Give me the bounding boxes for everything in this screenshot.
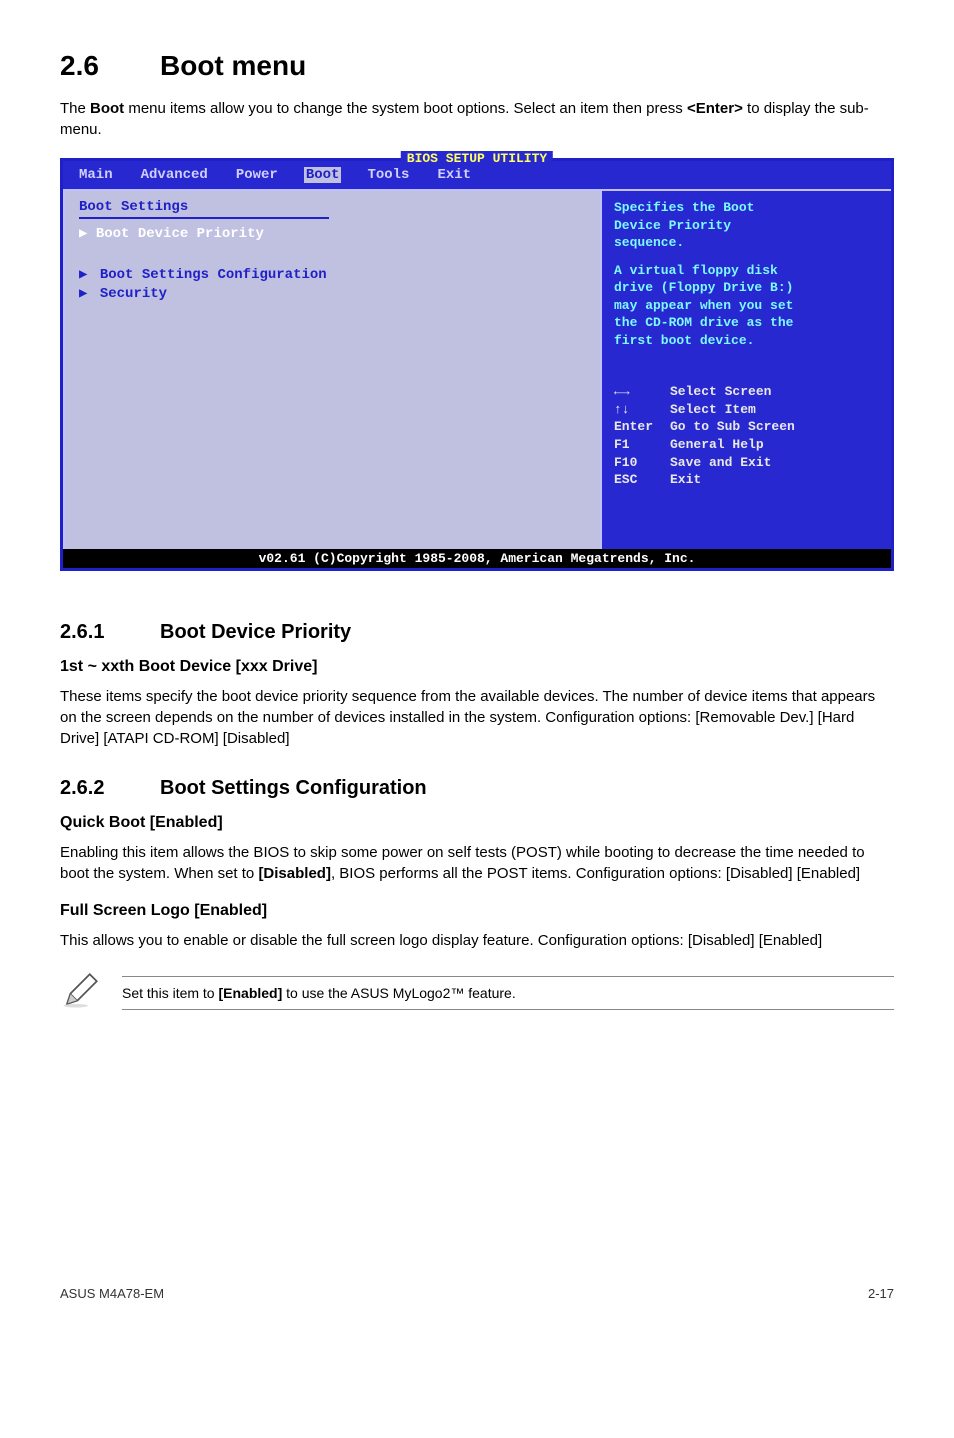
tab-tools: Tools [365, 167, 411, 183]
triangle-right-icon: ▶ [79, 226, 96, 242]
bios-left-pane: Boot Settings ▶ Boot Device Priority ▶ B… [63, 191, 602, 549]
bios-right-pane: Specifies the Boot Device Priority seque… [602, 191, 891, 549]
arrows-lr-icon: ←→ [614, 383, 670, 401]
tab-exit: Exit [435, 167, 473, 183]
intro-paragraph: The Boot menu items allow you to change … [60, 98, 894, 140]
bios-screenshot: BIOS SETUP UTILITY Main Advanced Power B… [60, 158, 894, 571]
param-heading: Full Screen Logo [Enabled] [60, 902, 894, 920]
bios-footer: v02.61 (C)Copyright 1985-2008, American … [63, 549, 891, 568]
tab-main: Main [77, 167, 115, 183]
triangle-right-icon: ▶ [79, 286, 96, 302]
bios-item-boot-device-priority: ▶ Boot Device Priority [79, 225, 586, 242]
subsection-title: Boot Device Priority [160, 621, 351, 643]
subsection-heading: 2.6.2Boot Settings Configuration [60, 777, 894, 800]
bios-item-boot-settings-config: ▶ Boot Settings Configuration [79, 266, 586, 283]
footer-left: ASUS M4A78-EM [60, 1286, 164, 1301]
note-callout: Set this item to [Enabled] to use the AS… [60, 969, 894, 1016]
section-number: 2.6 [60, 50, 160, 82]
param-description: These items specify the boot device prio… [60, 686, 894, 749]
page-footer: ASUS M4A78-EM 2-17 [60, 1276, 894, 1301]
pencil-note-icon [60, 969, 102, 1016]
arrows-ud-icon: ↑↓ [614, 401, 670, 419]
note-text: Set this item to [Enabled] to use the AS… [122, 976, 894, 1010]
bios-left-heading: Boot Settings [79, 199, 586, 215]
footer-right: 2-17 [868, 1286, 894, 1301]
section-heading: 2.6Boot menu [60, 50, 894, 82]
subsection-number: 2.6.2 [60, 777, 160, 800]
bios-title: BIOS SETUP UTILITY [401, 151, 553, 166]
triangle-right-icon: ▶ [79, 267, 96, 283]
bios-item-security: ▶ Security [79, 285, 586, 302]
bios-help-text: Specifies the Boot Device Priority seque… [614, 199, 879, 349]
bios-divider [79, 217, 329, 219]
tab-boot: Boot [304, 167, 342, 183]
param-heading: 1st ~ xxth Boot Device [xxx Drive] [60, 658, 894, 676]
subsection-title: Boot Settings Configuration [160, 777, 427, 799]
subsection-number: 2.6.1 [60, 621, 160, 644]
bios-nav-keys: ←→Select Screen ↑↓Select Item EnterGo to… [614, 383, 879, 488]
tab-power: Power [234, 167, 280, 183]
subsection-heading: 2.6.1Boot Device Priority [60, 621, 894, 644]
section-title-text: Boot menu [160, 50, 306, 81]
param-heading: Quick Boot [Enabled] [60, 814, 894, 832]
param-description: This allows you to enable or disable the… [60, 930, 894, 951]
param-description: Enabling this item allows the BIOS to sk… [60, 842, 894, 884]
tab-advanced: Advanced [139, 167, 210, 183]
